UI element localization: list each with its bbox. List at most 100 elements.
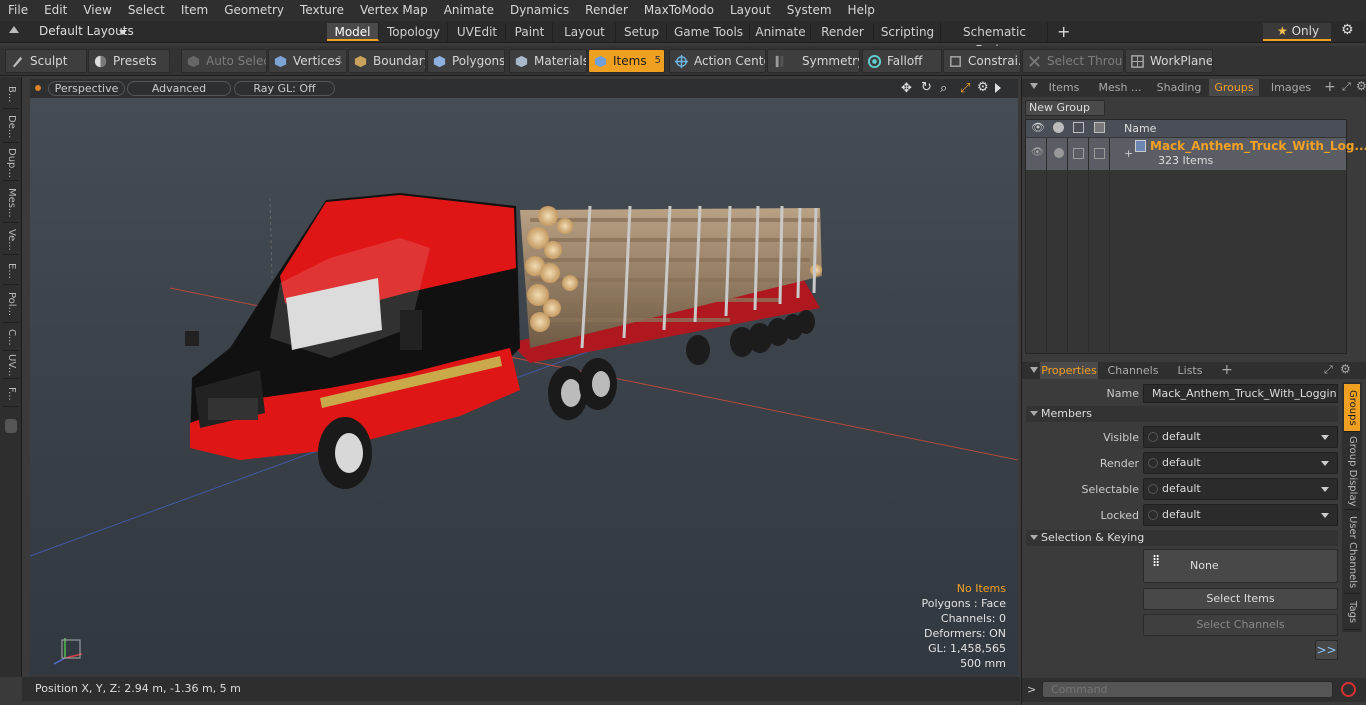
left-tab-fusion[interactable]: F... — [3, 381, 19, 407]
locked-dropdown[interactable]: default — [1143, 504, 1338, 526]
view-mode-button[interactable]: Perspective — [48, 81, 125, 96]
add-panel-tab-icon[interactable]: + — [1324, 79, 1336, 95]
add-properties-tab-icon[interactable]: + — [1221, 362, 1233, 378]
selection-keying-section[interactable]: Selection & Keying — [1026, 530, 1338, 546]
zoom-view-icon[interactable]: ⌕ — [940, 81, 947, 96]
tab-items[interactable]: Items — [1042, 79, 1086, 96]
viewport-dot-icon[interactable] — [35, 85, 41, 91]
menu-dynamics[interactable]: Dynamics — [502, 0, 577, 21]
select-items-button[interactable]: Select Items — [1143, 588, 1338, 610]
left-tab-edge[interactable]: E... — [3, 257, 19, 285]
tab-paint[interactable]: Paint — [507, 23, 553, 41]
menu-layout[interactable]: Layout — [722, 0, 779, 21]
select-through-button[interactable]: Select Through — [1022, 49, 1124, 73]
record-icon[interactable] — [1341, 682, 1356, 697]
side-tab-user-channels[interactable]: User Channels — [1344, 512, 1360, 594]
group-lock-box[interactable] — [1094, 148, 1105, 159]
panel-collapse-icon[interactable] — [1030, 83, 1038, 89]
tab-setup[interactable]: Setup — [617, 23, 667, 41]
items-button[interactable]: Items 5 — [588, 49, 665, 73]
side-tab-group-display[interactable]: Group Display — [1344, 434, 1360, 510]
eye-icon[interactable]: 👁 — [1031, 121, 1045, 134]
tab-schematic-fusion[interactable]: Schematic Fusion — [942, 23, 1048, 57]
menu-select[interactable]: Select — [120, 0, 173, 21]
menu-view[interactable]: View — [75, 0, 119, 21]
add-tab-icon[interactable]: + — [1057, 22, 1070, 41]
viewport-gear-icon[interactable]: ⚙ — [977, 80, 989, 95]
command-input[interactable] — [1042, 681, 1333, 698]
selectable-dropdown[interactable]: default — [1143, 478, 1338, 500]
tab-uvedit[interactable]: UVEdit — [449, 23, 506, 41]
menu-file[interactable]: File — [0, 0, 36, 21]
tab-mesh[interactable]: Mesh ... — [1090, 79, 1150, 96]
tab-channels[interactable]: Channels — [1104, 362, 1162, 379]
expand-icon[interactable]: ⤢ — [1342, 80, 1351, 94]
rotate-view-icon[interactable]: ↻ — [921, 80, 932, 95]
side-tab-groups[interactable]: Groups — [1344, 384, 1360, 432]
auto-select-button[interactable]: Auto Select — [181, 49, 267, 73]
constraints-button[interactable]: Constrai... — [943, 49, 1021, 73]
tab-properties[interactable]: Properties — [1040, 362, 1098, 379]
boundary-button[interactable]: Boundary — [348, 49, 426, 73]
menu-edit[interactable]: Edit — [36, 0, 75, 21]
expand-plus-icon[interactable]: + — [1124, 147, 1133, 160]
left-tab-deform[interactable]: De... — [3, 111, 19, 143]
menu-system[interactable]: System — [779, 0, 840, 21]
group-visible-icon[interactable]: 👁 — [1031, 147, 1044, 158]
side-tab-tags[interactable]: Tags — [1344, 596, 1360, 630]
render-dropdown[interactable]: default — [1143, 452, 1338, 474]
left-tab-mesh[interactable]: Mes... — [3, 183, 19, 223]
menu-geometry[interactable]: Geometry — [216, 0, 292, 21]
move-view-icon[interactable]: ✥ — [901, 81, 912, 96]
left-tab-vertex[interactable]: Ve... — [3, 225, 19, 255]
3d-viewport[interactable]: No Items Polygons : Face Channels: 0 Def… — [30, 98, 1018, 675]
name-field[interactable]: Mack_Anthem_Truck_With_Logging_Tr — [1143, 384, 1338, 403]
properties-expand-icon[interactable]: ⤢ — [1324, 363, 1333, 377]
tab-animate[interactable]: Animate — [751, 23, 811, 41]
gear-icon[interactable]: ⚙ — [1341, 22, 1354, 38]
panel-gear-icon[interactable]: ⚙ — [1356, 79, 1366, 93]
left-tab-toggle[interactable] — [5, 419, 17, 433]
sculpt-button[interactable]: Sculpt — [5, 49, 87, 73]
tab-groups[interactable]: Groups — [1209, 79, 1259, 96]
tab-scripting[interactable]: Scripting — [875, 23, 941, 41]
menu-vertex-map[interactable]: Vertex Map — [352, 0, 436, 21]
select-lock-icon[interactable] — [1073, 122, 1084, 133]
shading-mode-button[interactable]: Advanced — [127, 81, 231, 96]
raygl-button[interactable]: Ray GL: Off — [234, 81, 335, 96]
symmetry-button[interactable]: Symmetry — [767, 49, 860, 73]
tab-images[interactable]: Images — [1262, 79, 1320, 96]
visible-dropdown[interactable]: default — [1143, 426, 1338, 448]
menu-item[interactable]: Item — [173, 0, 216, 21]
falloff-button[interactable]: Falloff — [862, 49, 942, 73]
properties-gear-icon[interactable]: ⚙ — [1340, 362, 1351, 376]
left-tab-polygon[interactable]: Pol... — [3, 287, 19, 323]
polygons-button[interactable]: Polygons — [427, 49, 505, 73]
tab-model[interactable]: Model — [327, 23, 379, 41]
menu-texture[interactable]: Texture — [292, 0, 352, 21]
viewport-more-icon[interactable] — [995, 83, 1001, 93]
members-section[interactable]: Members — [1026, 406, 1338, 422]
vertices-button[interactable]: Vertices 1 — [268, 49, 347, 73]
left-tab-uv[interactable]: UV... — [3, 353, 19, 379]
left-tab-basic[interactable]: B... — [3, 81, 19, 109]
materials-button[interactable]: Materials — [509, 49, 587, 73]
group-row[interactable]: 👁 + Mack_Anthem_Truck_With_Log... 323 It… — [1026, 138, 1366, 170]
group-select-box[interactable] — [1073, 148, 1084, 159]
workplane-button[interactable]: WorkPlane — [1125, 49, 1213, 73]
tab-layout[interactable]: Layout — [554, 23, 616, 41]
only-toggle[interactable]: ★ Only — [1263, 23, 1331, 41]
collapse-icon[interactable] — [9, 26, 19, 33]
presets-button[interactable]: Presets — [88, 49, 170, 73]
properties-collapse-icon[interactable] — [1030, 367, 1038, 373]
tab-render[interactable]: Render — [812, 23, 874, 41]
group-render-icon[interactable] — [1054, 148, 1064, 158]
fit-view-icon[interactable]: ⤢ — [960, 81, 970, 96]
more-button[interactable]: >> — [1315, 640, 1338, 660]
tab-shading[interactable]: Shading — [1152, 79, 1206, 96]
tab-lists[interactable]: Lists — [1168, 362, 1212, 379]
menu-render[interactable]: Render — [577, 0, 636, 21]
left-tab-curve[interactable]: C... — [3, 325, 19, 351]
menu-maxtomodo[interactable]: MaxToModo — [636, 0, 722, 21]
render-icon[interactable] — [1053, 122, 1064, 133]
